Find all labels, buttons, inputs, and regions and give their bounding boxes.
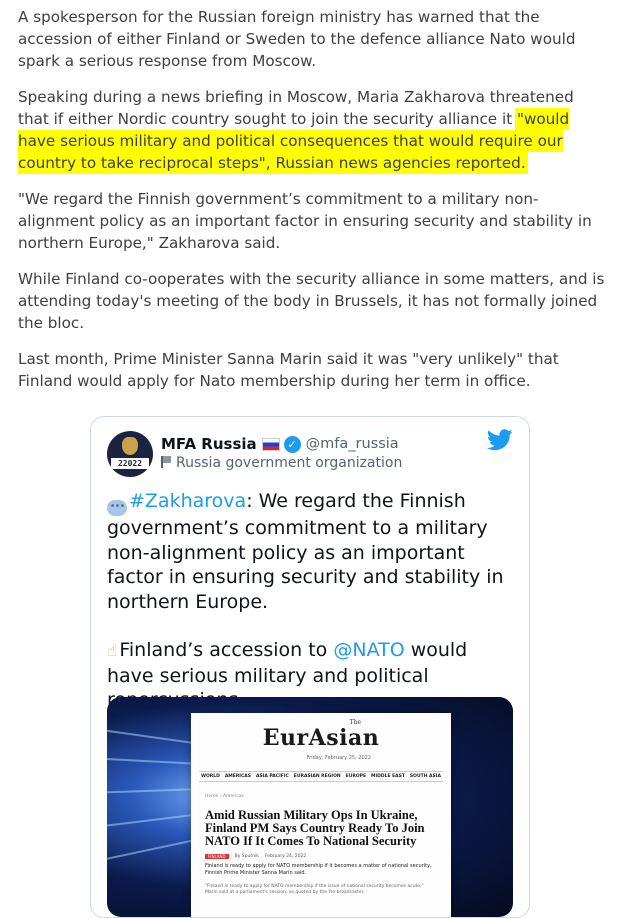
newspaper-screenshot: The EurAsian Friday, February 25, 2022 W…: [191, 713, 451, 917]
nav-item: WORLD: [201, 774, 220, 779]
embedded-tweet[interactable]: 22022 MFA Russia ✓ @mfa_russia Russia go…: [90, 416, 530, 918]
newspaper-nav: WORLD AMERICAS ASIA PACIFIC EURASIAN REG…: [199, 771, 443, 782]
tweet-image[interactable]: The EurAsian Friday, February 25, 2022 W…: [107, 697, 513, 917]
nav-item: AMERICAS: [224, 774, 252, 779]
byline: By Sputnik: [234, 854, 259, 859]
nav-item: EUROPE: [345, 774, 367, 779]
article-paragraph: Speaking during a news briefing in Mosco…: [18, 86, 608, 174]
avatar[interactable]: 22022: [107, 431, 153, 477]
twitter-bird-icon[interactable]: [487, 429, 513, 451]
article-body: A spokesperson for the Russian foreign m…: [18, 6, 608, 406]
tweet-author[interactable]: MFA Russia ✓ @mfa_russia: [161, 433, 399, 455]
mention-link[interactable]: @NATO: [333, 639, 404, 661]
hashtag-link[interactable]: #Zakharova: [129, 490, 246, 512]
masthead-small: The: [349, 719, 361, 726]
user-handle[interactable]: @mfa_russia: [306, 436, 399, 452]
byline-date: February 24, 2022: [264, 854, 307, 859]
government-flag-icon: [161, 456, 171, 468]
speech-bubble-emoji-icon: •••: [107, 500, 127, 516]
nav-item: SOUTH ASIA: [409, 774, 441, 779]
coat-of-arms-icon: [122, 437, 138, 455]
tweet-text-part: Finland’s accession to: [119, 639, 334, 661]
verified-badge-icon: ✓: [283, 435, 301, 453]
nav-item: MIDDLE EAST: [370, 774, 405, 779]
category-tag: FINLAND: [205, 854, 229, 859]
avatar-label: 22022: [111, 458, 149, 469]
tweet-paragraph: ••• #Zakharova: We regard the Finnish gov…: [107, 489, 517, 614]
article-paragraph: While Finland co-ooperates with the secu…: [18, 270, 605, 332]
article-paragraph: A spokesperson for the Russian foreign m…: [18, 8, 576, 70]
article-paragraph-text: Speaking during a news briefing in Mosco…: [18, 88, 574, 128]
display-name[interactable]: MFA Russia: [161, 435, 257, 453]
lede: Finland is ready to apply for NATO membe…: [205, 863, 432, 876]
masthead: EurAsian: [262, 725, 380, 751]
article-paragraph: Last month, Prime Minister Sanna Marin s…: [18, 350, 559, 390]
pointing-finger-emoji-icon: ☝: [107, 641, 118, 661]
breadcrumb: Home › Americas: [205, 794, 244, 799]
article-paragraph: "We regard the Finnish government’s comm…: [18, 190, 592, 252]
dateline: Friday, February 25, 2022: [306, 755, 371, 761]
org-label-line: Russia government organization: [161, 455, 402, 471]
nav-item: ASIA PACIFIC: [255, 774, 289, 779]
byline-row: FINLAND By Sputnik February 24, 2022: [205, 854, 451, 859]
quote: "Finland is ready to apply for NATO memb…: [205, 884, 424, 895]
newspaper-headline: Amid Russian Military Ops In Ukraine, Fi…: [205, 808, 425, 848]
russia-flag-icon: [261, 437, 280, 451]
nav-item: EURASIAN REGION: [293, 774, 341, 779]
org-label: Russia government organization: [176, 455, 403, 471]
